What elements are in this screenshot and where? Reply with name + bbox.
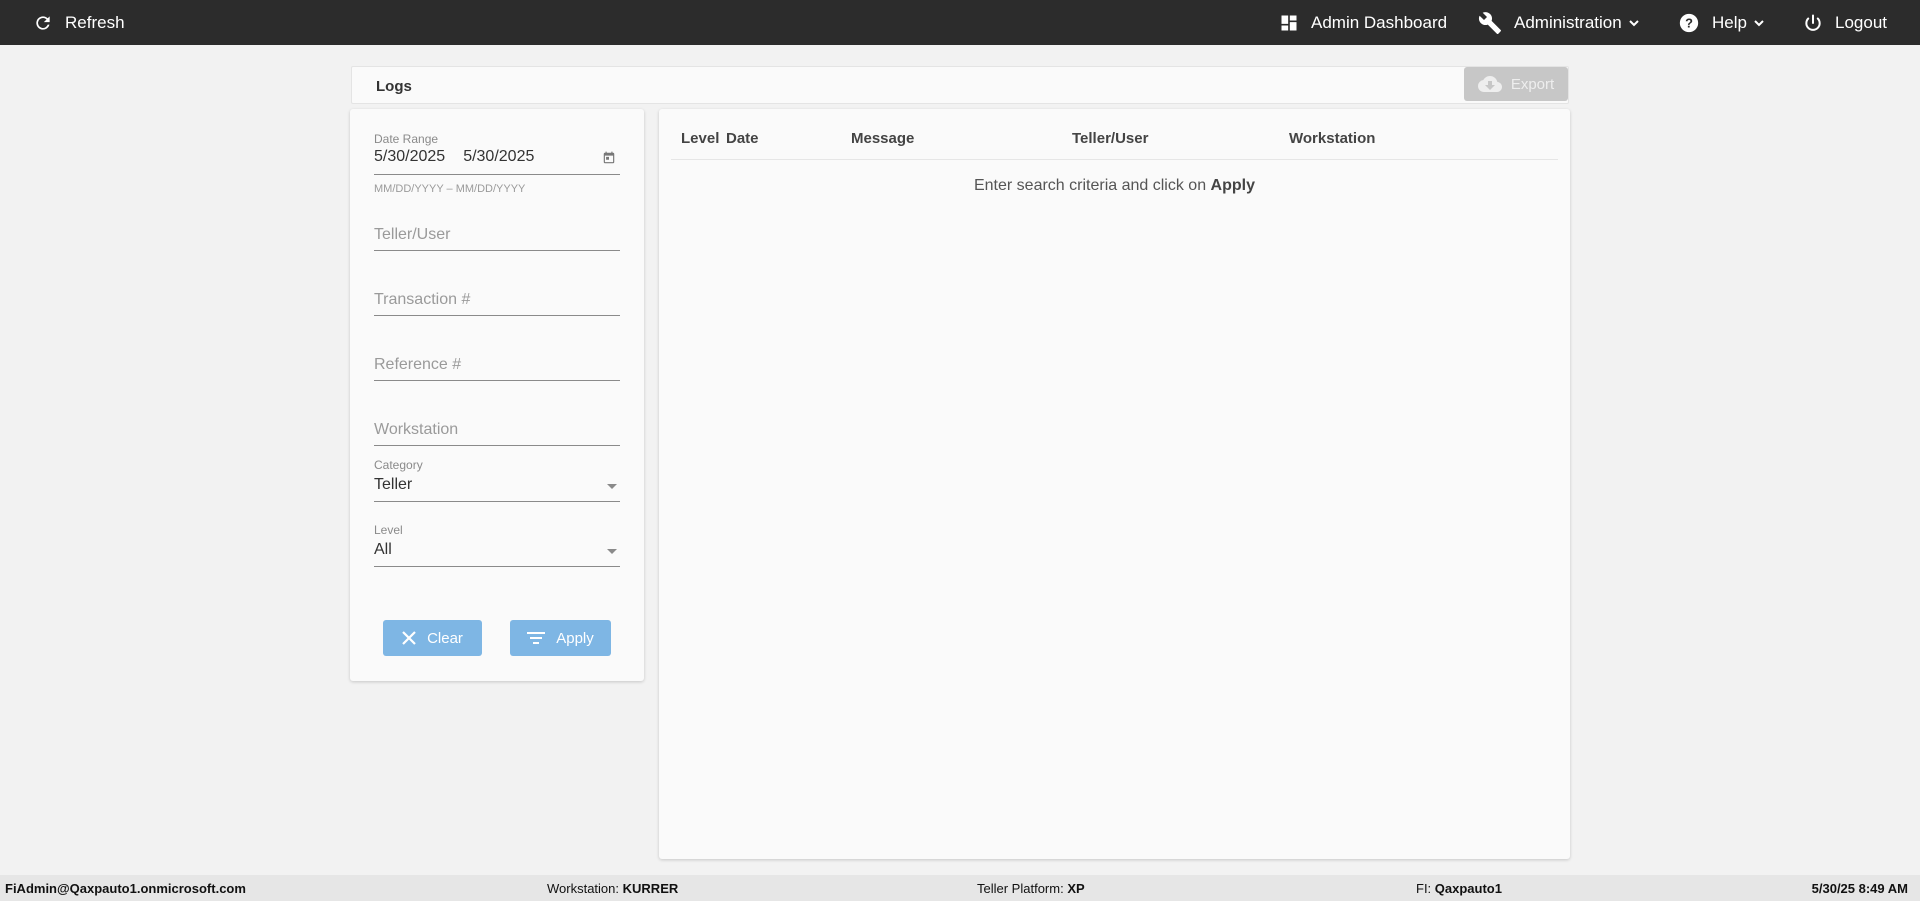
calendar-icon[interactable] <box>602 151 616 170</box>
teller-user-underline <box>374 250 620 251</box>
svg-text:?: ? <box>1685 15 1693 30</box>
category-value: Teller <box>374 476 413 493</box>
level-label: Level <box>374 523 403 537</box>
column-header-workstation[interactable]: Workstation <box>1289 130 1375 147</box>
logout-button[interactable]: Logout <box>1803 0 1887 45</box>
column-header-date[interactable]: Date <box>726 130 759 147</box>
logout-label: Logout <box>1835 12 1887 32</box>
close-icon <box>402 631 416 645</box>
status-datetime-value: 5/30/25 8:49 AM <box>1811 881 1908 896</box>
reference-input[interactable]: Reference # <box>374 356 461 374</box>
status-datetime: 5/30/25 8:49 AM <box>1812 881 1908 896</box>
transaction-input[interactable]: Transaction # <box>374 291 470 309</box>
status-fi: FI: Qaxpauto1 <box>1416 881 1502 896</box>
empty-state-action: Apply <box>1210 177 1255 194</box>
date-to-input[interactable]: 5/30/2025 <box>463 148 534 166</box>
level-value: All <box>374 541 392 558</box>
status-workstation-label: Workstation: <box>547 881 620 896</box>
category-select[interactable]: Category Teller <box>374 458 620 512</box>
clear-label: Clear <box>427 629 463 647</box>
help-label: Help <box>1712 12 1747 32</box>
status-user-value: FiAdmin@Qaxpauto1.onmicrosoft.com <box>5 881 246 896</box>
reference-field[interactable]: Reference # <box>374 346 620 382</box>
clear-button[interactable]: Clear <box>383 620 482 656</box>
workstation-input[interactable]: Workstation <box>374 421 458 439</box>
power-icon <box>1803 13 1823 33</box>
chevron-down-icon <box>1626 15 1642 31</box>
export-label: Export <box>1510 75 1555 93</box>
administration-menu[interactable]: Administration <box>1478 0 1642 45</box>
status-workstation: Workstation: KURRER <box>547 881 678 896</box>
filter-panel: Date Range 5/30/2025 5/30/2025 MM/DD/YYY… <box>350 109 644 681</box>
reference-underline <box>374 380 620 381</box>
status-user: FiAdmin@Qaxpauto1.onmicrosoft.com <box>5 881 246 896</box>
teller-user-input[interactable]: Teller/User <box>374 226 450 244</box>
level-underline <box>374 566 620 567</box>
status-fi-label: FI: <box>1416 881 1432 896</box>
page-title: Logs <box>376 78 412 95</box>
category-underline <box>374 501 620 502</box>
results-panel: Level Date Message Teller/User Workstati… <box>659 109 1570 859</box>
date-range-field[interactable]: Date Range 5/30/2025 5/30/2025 MM/DD/YYY… <box>374 132 620 202</box>
column-header-teller-user[interactable]: Teller/User <box>1072 130 1148 147</box>
dropdown-arrow-icon <box>607 484 617 489</box>
empty-state-text: Enter search criteria and click on <box>973 177 1207 194</box>
apply-label: Apply <box>556 629 594 647</box>
status-platform-value: XP <box>1067 881 1085 896</box>
help-menu[interactable]: ? Help <box>1678 0 1767 45</box>
status-platform: Teller Platform: XP <box>977 881 1085 896</box>
column-header-message[interactable]: Message <box>851 130 914 147</box>
date-from-input[interactable]: 5/30/2025 <box>374 148 445 166</box>
cloud-download-icon <box>1477 72 1502 96</box>
table-header-divider <box>671 159 1558 160</box>
teller-user-field[interactable]: Teller/User <box>374 216 620 252</box>
admin-dashboard-label: Admin Dashboard <box>1311 12 1448 32</box>
wrench-icon <box>1478 11 1502 35</box>
category-label: Category <box>374 458 423 472</box>
admin-dashboard-link[interactable]: Admin Dashboard <box>1279 0 1447 45</box>
empty-state-message: Enter search criteria and click on Apply <box>659 177 1570 195</box>
export-button[interactable]: Export <box>1464 67 1568 101</box>
date-range-underline <box>374 174 620 175</box>
transaction-field[interactable]: Transaction # <box>374 281 620 317</box>
dashboard-icon <box>1279 13 1299 33</box>
refresh-label: Refresh <box>65 12 125 32</box>
help-icon: ? <box>1678 12 1700 34</box>
chevron-down-icon <box>1751 15 1767 31</box>
refresh-button[interactable]: Refresh <box>33 0 125 45</box>
workstation-underline <box>374 445 620 446</box>
date-range-label: Date Range <box>374 132 439 146</box>
level-select[interactable]: Level All <box>374 523 620 577</box>
administration-label: Administration <box>1514 12 1622 32</box>
transaction-underline <box>374 315 620 316</box>
apply-button[interactable]: Apply <box>510 620 611 656</box>
status-fi-value: Qaxpauto1 <box>1434 881 1502 896</box>
top-navigation-bar: Refresh Admin Dashboard Administration ?… <box>0 0 1920 45</box>
refresh-icon <box>33 13 53 33</box>
filter-icon <box>527 631 546 645</box>
status-platform-label: Teller Platform: <box>977 881 1064 896</box>
workstation-field[interactable]: Workstation <box>374 411 620 447</box>
logs-header: Logs <box>351 66 1569 104</box>
date-format-hint: MM/DD/YYYY – MM/DD/YYYY <box>374 183 526 195</box>
dropdown-arrow-icon <box>607 549 617 554</box>
status-workstation-value: KURRER <box>622 881 679 896</box>
column-header-level[interactable]: Level <box>681 130 719 147</box>
status-bar: FiAdmin@Qaxpauto1.onmicrosoft.com Workst… <box>0 875 1920 901</box>
